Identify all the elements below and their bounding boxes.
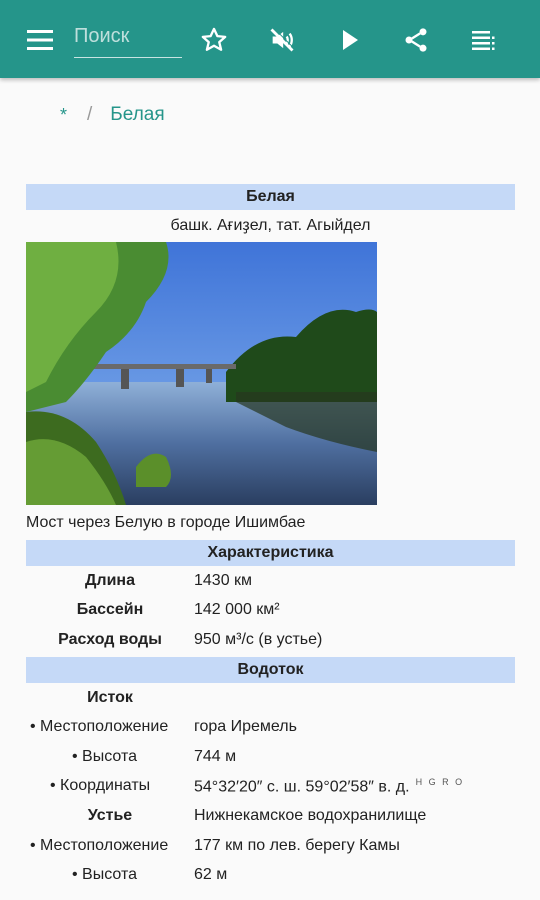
section-characteristics: Характеристика (26, 540, 515, 566)
mouth-height-row: • Высота 62 м (26, 860, 515, 890)
row-value[interactable]: гора Иремель (194, 718, 297, 736)
info-row: Бассейн 142 000 км² (26, 596, 515, 626)
source-label: Исток (87, 688, 133, 706)
row-value: 54°32′20″ с. ш. 59°02′58″ в. д. H G R O (194, 777, 464, 796)
mouth-location-row: • Местоположение 177 км по лев. берегу К… (26, 831, 515, 861)
mute-icon[interactable] (260, 18, 304, 62)
source-height-row: • Высота 744 м (26, 742, 515, 772)
list-icon[interactable] (462, 18, 506, 62)
mouth-row: Устье Нижнекамское водохранилище (26, 801, 515, 831)
row-label: • Высота (72, 866, 137, 884)
row-label: • Координаты (50, 777, 151, 795)
share-icon[interactable] (394, 18, 438, 62)
infobox: Белая башк. Ағиҙел, тат. Агыйдел Мост че… (26, 184, 515, 890)
source-location-row: • Местоположение гора Иремель (26, 712, 515, 742)
row-label: • Местоположение (30, 836, 169, 854)
info-row: Длина 1430 км (26, 566, 515, 596)
info-row: Расход воды 950 м³/с (в устье) (26, 625, 515, 655)
infobox-title: Белая (26, 184, 515, 210)
row-label: Бассейн (76, 601, 144, 619)
source-row: Исток (26, 683, 515, 713)
coords-value[interactable]: 54°32′20″ с. ш. 59°02′58″ в. д. (194, 778, 410, 795)
river-photo[interactable] (26, 242, 377, 505)
app-toolbar (0, 0, 540, 78)
search-input[interactable] (74, 18, 182, 54)
star-icon[interactable] (192, 18, 236, 62)
row-label: Расход воды (58, 630, 162, 648)
search-field[interactable] (74, 18, 182, 58)
coords-map-links[interactable]: H G R O (416, 777, 465, 787)
source-coords-row: • Координаты 54°32′20″ с. ш. 59°02′58″ в… (26, 772, 515, 802)
play-icon[interactable] (328, 18, 372, 62)
breadcrumb-home[interactable]: * (60, 105, 67, 126)
image-caption: Мост через Белую в городе Ишимбае (26, 514, 306, 531)
row-value[interactable]: Нижнекамское водохранилище (194, 807, 426, 825)
row-value: 950 м³/с (в устье) (194, 630, 323, 648)
row-label: • Высота (72, 747, 137, 765)
menu-icon[interactable] (18, 18, 62, 62)
section-watercourse: Водоток (26, 656, 515, 683)
infobox-subtitle: башк. Ағиҙел, тат. Агыйдел (170, 217, 371, 234)
row-label: Длина (85, 571, 135, 589)
row-value: 142 000 км² (194, 601, 280, 619)
row-value: 1430 км (194, 571, 253, 589)
breadcrumb-current[interactable]: Белая (110, 104, 164, 126)
row-value: 177 км по лев. берегу Камы (194, 836, 400, 854)
mouth-label: Устье (87, 806, 133, 824)
breadcrumb: * / Белая (60, 104, 165, 126)
row-label: • Местоположение (30, 718, 169, 736)
breadcrumb-separator: / (87, 104, 93, 125)
row-value: 744 м (194, 747, 237, 765)
row-value: 62 м (194, 866, 228, 884)
